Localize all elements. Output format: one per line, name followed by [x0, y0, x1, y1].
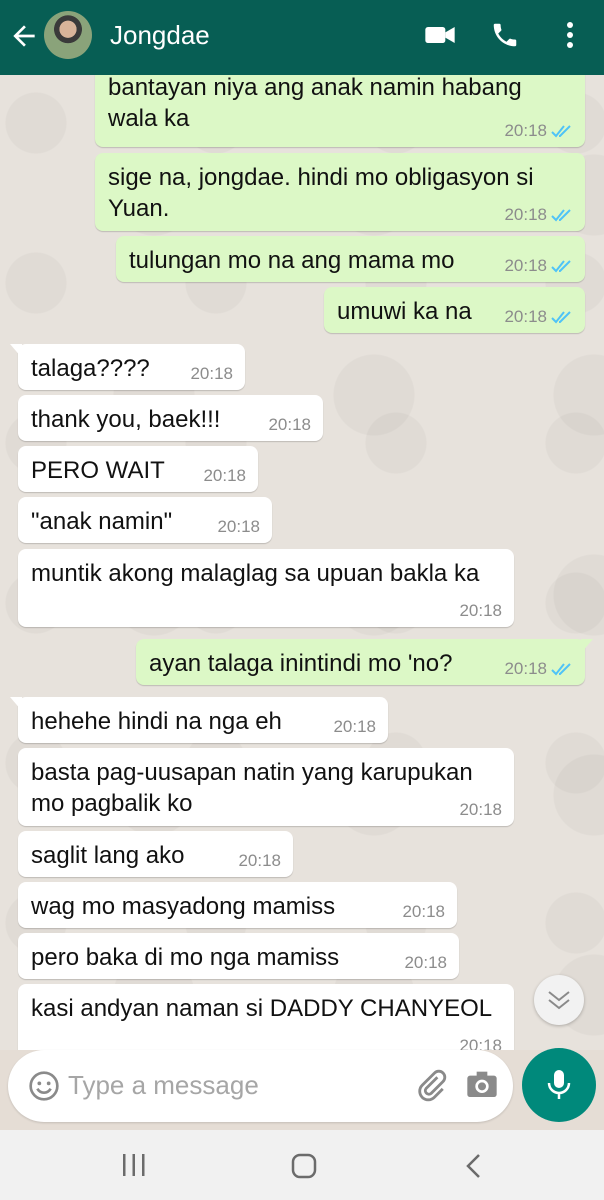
outgoing-message[interactable]: sige na, jongdae. hindi mo obligasyon si… — [95, 153, 585, 231]
outgoing-message[interactable]: bantayan niya ang anak namin habang wala… — [95, 75, 585, 147]
message-text: thank you, baek!!! — [31, 406, 221, 433]
mic-icon — [547, 1070, 571, 1099]
bubble-tail — [581, 639, 593, 653]
message-time: 20:18 — [190, 364, 233, 383]
message-time: 20:18 — [459, 601, 502, 620]
recent-apps-icon[interactable] — [120, 1152, 148, 1178]
message-time: 20:18 — [504, 121, 547, 140]
incoming-message[interactable]: muntik akong malaglag sa upuan bakla ka … — [18, 549, 514, 627]
message-text: ayan talaga inintindi mo 'no? — [149, 650, 453, 677]
message-text: basta pag-uusapan natin yang karupukan m… — [31, 759, 473, 817]
message-composer[interactable]: Type a message — [8, 1050, 513, 1122]
message-time: 20:18 — [203, 466, 246, 485]
voice-call-icon[interactable] — [490, 20, 520, 50]
message-time: 20:18 — [238, 851, 281, 870]
scroll-to-bottom-button[interactable] — [534, 975, 584, 1025]
message-time: 20:18 — [504, 205, 547, 224]
mic-button[interactable] — [522, 1048, 596, 1122]
incoming-message[interactable]: hehehe hindi na nga eh 20:18 — [10, 697, 388, 743]
incoming-message[interactable]: talaga???? 20:18 — [10, 344, 245, 390]
incoming-message[interactable]: thank you, baek!!! 20:18 — [18, 395, 323, 441]
read-receipt-icon — [551, 663, 571, 676]
bubble-tail — [10, 697, 22, 711]
message-text: saglit lang ako — [31, 842, 185, 869]
message-list[interactable]: bantayan niya ang anak namin habang wala… — [0, 75, 604, 1050]
message-time: 20:18 — [333, 717, 376, 736]
message-time: 20:18 — [404, 953, 447, 972]
message-time: 20:18 — [402, 902, 445, 921]
read-receipt-icon — [551, 311, 571, 324]
bubble-tail — [10, 344, 22, 358]
attach-icon[interactable] — [414, 1068, 448, 1102]
chat-header: Jongdae — [0, 0, 604, 75]
more-options-icon[interactable] — [560, 20, 580, 50]
message-text: bantayan niya ang anak namin habang wala… — [108, 75, 522, 132]
incoming-message[interactable]: saglit lang ako 20:18 — [18, 831, 293, 877]
incoming-message[interactable]: kasi andyan naman si DADDY CHANYEOL 20:1… — [18, 984, 514, 1050]
read-receipt-icon — [551, 209, 571, 222]
message-text: tulungan mo na ang mama mo — [129, 247, 455, 274]
back-arrow-icon[interactable] — [8, 20, 40, 52]
avatar[interactable] — [44, 11, 92, 59]
incoming-message[interactable]: basta pag-uusapan natin yang karupukan m… — [18, 748, 514, 826]
back-icon[interactable] — [462, 1152, 486, 1180]
camera-icon[interactable] — [466, 1070, 498, 1100]
home-icon[interactable] — [290, 1152, 318, 1180]
system-navigation-bar — [0, 1130, 604, 1200]
message-time: 20:18 — [504, 659, 547, 678]
message-text: pero baka di mo nga mamiss — [31, 944, 340, 971]
message-time: 20:18 — [504, 307, 547, 326]
outgoing-message[interactable]: tulungan mo na ang mama mo 20:18 — [116, 236, 585, 282]
double-chevron-down-icon — [548, 991, 570, 1010]
message-text: hehehe hindi na nga eh — [31, 708, 282, 735]
incoming-message[interactable]: "anak namin" 20:18 — [18, 497, 272, 543]
incoming-message[interactable]: PERO WAIT 20:18 — [18, 446, 258, 492]
message-time: 20:18 — [504, 256, 547, 275]
message-text: PERO WAIT — [31, 457, 165, 484]
message-text: kasi andyan naman si DADDY CHANYEOL — [31, 995, 493, 1022]
read-receipt-icon — [551, 125, 571, 138]
read-receipt-icon — [551, 260, 571, 273]
incoming-message[interactable]: pero baka di mo nga mamiss 20:18 — [18, 933, 459, 979]
video-call-icon[interactable] — [424, 22, 456, 48]
message-text: "anak namin" — [31, 508, 173, 535]
message-time: 20:18 — [459, 800, 502, 819]
message-text: umuwi ka na — [337, 298, 472, 325]
incoming-message[interactable]: wag mo masyadong mamiss 20:18 — [18, 882, 457, 928]
outgoing-message[interactable]: ayan talaga inintindi mo 'no? 20:18 — [136, 639, 593, 685]
message-text: wag mo masyadong mamiss — [31, 893, 336, 920]
message-text: talaga???? — [31, 355, 150, 382]
outgoing-message[interactable]: umuwi ka na 20:18 — [324, 287, 585, 333]
contact-name[interactable]: Jongdae — [110, 20, 210, 51]
emoji-icon[interactable] — [28, 1070, 60, 1102]
message-time: 20:18 — [217, 517, 260, 536]
message-text: sige na, jongdae. hindi mo obligasyon si… — [108, 164, 534, 222]
message-time: 20:18 — [268, 415, 311, 434]
message-input[interactable]: Type a message — [68, 1070, 259, 1101]
message-time: 20:18 — [459, 1036, 502, 1050]
message-text: muntik akong malaglag sa upuan bakla ka — [31, 560, 480, 587]
